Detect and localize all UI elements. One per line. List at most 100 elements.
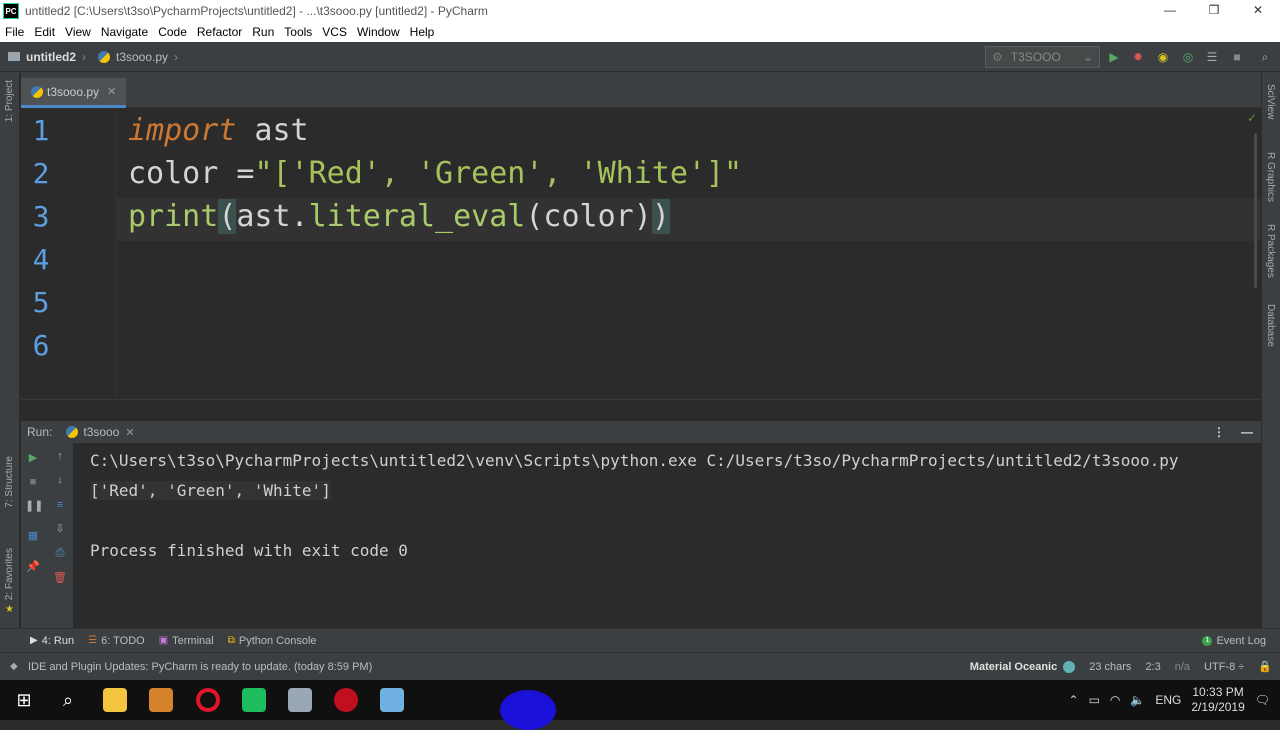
panel-splitter[interactable] [21,399,1261,421]
python-file-icon [31,85,43,98]
tool-window-event-log[interactable]: 1 Event Log [1202,635,1266,647]
theme-color-icon [1063,660,1076,673]
debug-icon[interactable]: ✹ [1131,50,1145,64]
search-everywhere-icon[interactable]: ⌕ [1258,50,1272,64]
clock[interactable]: 10:33 PM 2/19/2019 [1191,685,1244,715]
menu-view[interactable]: View [60,25,96,39]
run-console[interactable]: C:\Users\t3so\PycharmProjects\untitled2\… [73,443,1261,628]
recorder-icon[interactable] [334,688,358,712]
keyword-import: import [128,113,237,148]
concurrency-icon[interactable]: ☰ [1205,50,1219,64]
tool-window-event-log-label: Event Log [1216,634,1266,647]
up-arrow-icon[interactable]: ↑ [52,448,68,464]
close-tab-icon[interactable]: ✕ [125,426,134,439]
caret-position[interactable]: 2:3 [1145,661,1160,673]
function-print: print [128,199,219,234]
language-indicator[interactable]: ENG [1155,693,1181,707]
pycharm-taskbar-icon[interactable] [242,688,266,712]
editor-scrollbar[interactable] [1254,133,1257,288]
chevron-up-icon[interactable]: ⌃ [1069,693,1079,707]
editor-tab-t3sooo[interactable]: t3sooo.py ✕ [21,78,127,108]
wifi-icon[interactable]: ◠ [1110,693,1120,707]
project-tool-button[interactable]: 1: Project [4,80,15,122]
file-encoding[interactable]: UTF-8 ÷ [1204,661,1244,673]
coverage-icon[interactable]: ◉ [1156,50,1170,64]
run-config-select[interactable]: ⚙ T3SOOO ⌄ [985,46,1100,68]
right-tool-strip: SciView R Graphics R Packages Database [1261,72,1280,628]
close-tab-icon[interactable]: ✕ [107,85,116,98]
print-icon[interactable]: ⎙ [52,545,68,561]
restore-button[interactable]: ❐ [1192,0,1236,22]
sciview-tool-button[interactable]: SciView [1265,84,1276,119]
stop-icon[interactable]: ■ [25,474,41,490]
line-separator[interactable]: n/a [1175,661,1190,673]
database-tool-button[interactable]: Database [1265,304,1276,347]
file-explorer-icon[interactable] [103,688,127,712]
soft-wrap-icon[interactable]: ≡ [52,497,68,513]
folder-icon [8,52,20,61]
breadcrumb-file[interactable]: t3sooo.py [116,50,168,64]
update-icon: ◆ [10,661,18,672]
menu-window[interactable]: Window [352,25,405,39]
tool-window-run[interactable]: ▶ 4: Run [30,635,74,647]
volume-icon[interactable]: 🔈 [1130,693,1145,707]
structure-tool-button[interactable]: 7: Structure [4,456,15,508]
menu-file[interactable]: File [0,25,29,39]
menu-refactor[interactable]: Refactor [192,25,247,39]
profile-icon[interactable]: ◎ [1181,50,1195,64]
search-icon[interactable]: ⌕ [56,688,80,712]
opera-icon[interactable] [196,688,220,712]
line-number: 3 [32,200,50,233]
battery-icon[interactable]: ▭ [1089,693,1100,707]
code-text: (color) [525,199,652,234]
down-arrow-icon[interactable]: ↓ [52,472,68,488]
run-tab-t3sooo[interactable]: t3sooo ✕ [66,425,135,439]
menu-edit[interactable]: Edit [29,25,60,39]
more-options-icon[interactable]: ⋮ [1213,425,1225,439]
status-message[interactable]: IDE and Plugin Updates: PyCharm is ready… [28,661,372,673]
stop-icon[interactable]: ■ [1230,50,1244,64]
lock-icon[interactable]: 🔒 [1258,660,1272,673]
menu-navigate[interactable]: Navigate [96,25,153,39]
layout-icon[interactable]: ▦ [25,528,41,544]
navigation-bar: untitled2 › t3sooo.py › ⚙ T3SOOO ⌄ ▶ ✹ ◉… [0,42,1280,72]
menu-run[interactable]: Run [247,25,279,39]
menu-help[interactable]: Help [405,25,440,39]
breadcrumb-project[interactable]: untitled2 [26,50,76,64]
r-graphics-tool-button[interactable]: R Graphics [1265,152,1276,202]
scroll-to-end-icon[interactable]: ⇩ [52,521,68,537]
menu-vcs[interactable]: VCS [317,25,352,39]
menu-tools[interactable]: Tools [279,25,317,39]
tool-window-python-console[interactable]: ⧉ Python Console [228,635,317,647]
run-panel-header: Run: t3sooo ✕ ⋮ — [21,421,1261,443]
minimize-button[interactable]: — [1148,0,1192,22]
close-button[interactable]: ✕ [1236,0,1280,22]
event-log-icon: 1 [1202,635,1213,646]
app-taskbar-icon[interactable] [288,688,312,712]
rerun-icon[interactable]: ▶ [25,450,41,466]
tool-window-terminal[interactable]: ▣ Terminal [159,635,214,647]
tool-window-bar: ▶ 4: Run ☰ 6: TODO ▣ Terminal ⧉ Python Conso… [0,628,1280,652]
console-output: ['Red', 'Green', 'White'] [90,481,331,500]
run-icon[interactable]: ▶ [1107,50,1121,64]
notification-icon[interactable]: 🗨 [1255,693,1270,707]
code-line-2: color ="['Red', 'Green', 'White']" [128,156,742,191]
line-number: 4 [32,243,50,276]
system-tray: ⌃ ▭ ◠ 🔈 ENG 10:33 PM 2/19/2019 🗨 [1069,680,1280,720]
minimize-panel-icon[interactable]: — [1241,425,1253,439]
menu-bar: File Edit View Navigate Code Refactor Ru… [0,22,1280,42]
run-small-icon: ▶ [30,635,38,646]
windows-start-icon[interactable]: ⊞ [12,688,36,712]
files-taskbar-icon[interactable] [380,688,404,712]
pin-icon[interactable]: 📌 [25,559,41,575]
favorites-tool-button[interactable]: 2: Favorites [4,548,15,600]
sublime-icon[interactable] [149,688,173,712]
line-gutter: 1 2 3 4 5 6 [21,109,116,399]
trash-icon[interactable]: 🗑 [52,570,68,586]
r-packages-tool-button[interactable]: R Packages [1265,224,1276,278]
tool-window-todo[interactable]: ☰ 6: TODO [88,635,145,647]
code-editor[interactable]: 1 2 3 4 5 6 import ast color ="['Red', '… [21,109,1261,399]
pause-icon[interactable]: ❚❚ [25,498,43,514]
menu-code[interactable]: Code [153,25,192,39]
theme-name[interactable]: Material Oceanic [970,661,1057,673]
